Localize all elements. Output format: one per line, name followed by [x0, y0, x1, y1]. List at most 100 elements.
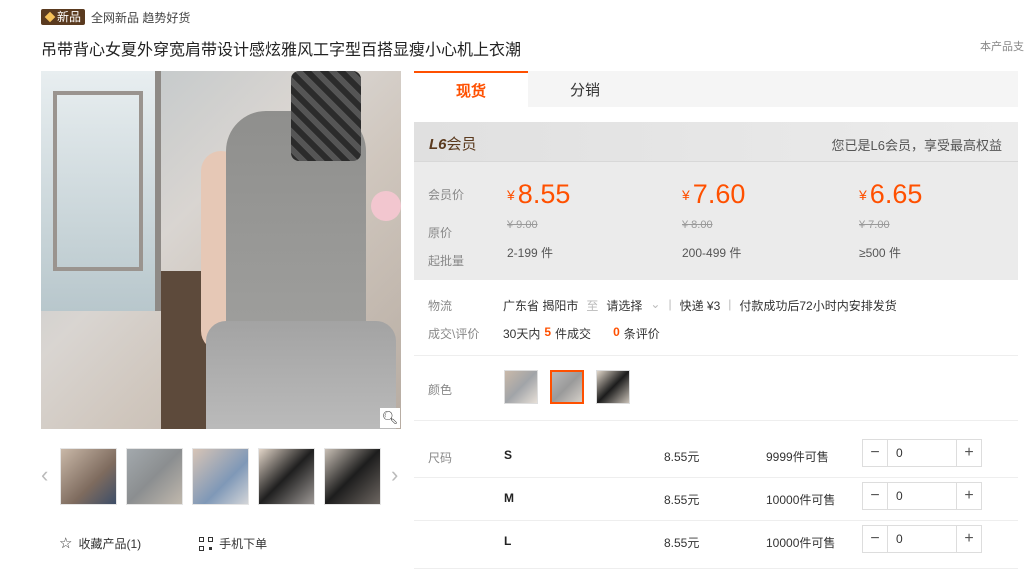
minus-button[interactable]: − [863, 440, 887, 466]
ship-note: 付款成功后72小时内安排发货 [739, 299, 897, 313]
color-option-3[interactable] [596, 370, 630, 404]
size-row-s: S 8.55元 9999件可售 − 0 + [414, 434, 1018, 477]
thumbnail-strip: ‹ › [41, 446, 401, 506]
original-price-label: 原价 [428, 226, 453, 240]
tier-price: ¥8.55 [507, 179, 570, 210]
product-tags: 新品 全网新品 趋势好货 [41, 8, 190, 26]
tier-original: ¥ 9.00 [507, 219, 538, 231]
plus-button[interactable]: + [957, 440, 981, 466]
member-price-label: 会员价 [428, 188, 465, 202]
tab-distribution[interactable]: 分销 [528, 71, 642, 107]
qr-code-icon [199, 536, 214, 551]
currency-symbol: ¥ [859, 187, 867, 203]
color-option-2-selected[interactable] [550, 370, 584, 404]
size-name: M [504, 491, 514, 505]
currency-symbol: ¥ [507, 187, 515, 203]
tab-spot[interactable]: 现货 [414, 71, 528, 107]
size-stock: 10000件可售 [766, 536, 836, 550]
to-text: 至 [586, 299, 599, 313]
review-suffix[interactable]: 条评价 [624, 325, 660, 342]
main-product-image[interactable] [41, 71, 401, 429]
star-icon: ☆ [59, 534, 73, 552]
chevron-down-icon[interactable]: ⌄ [650, 297, 660, 314]
product-title: 吊带背心女夏外穿宽肩带设计感炫雅风工字型百搭显瘦小心机上衣潮 [41, 42, 522, 59]
favorite-label: 收藏产品(1) [78, 537, 142, 551]
price-panel: L6会员 您已是L6会员，享受最高权益 会员价 原价 起批量 ¥8.55 ¥ 9… [414, 122, 1018, 280]
min-qty-label: 起批量 [428, 254, 465, 268]
plus-button[interactable]: + [957, 526, 981, 552]
diamond-icon [44, 11, 56, 23]
tier-price-value: 7.60 [692, 179, 746, 209]
trend-tags: 全网新品 趋势好货 [91, 10, 191, 25]
thumbnail-5[interactable] [324, 448, 381, 505]
color-label: 颜色 [428, 383, 453, 397]
magnifier-icon[interactable]: 🔍︎ [380, 408, 400, 428]
tier-qty: 200-499 件 [682, 246, 742, 260]
size-price: 8.55元 [664, 493, 700, 507]
review-count[interactable]: 0 [613, 325, 620, 342]
new-badge: 新品 [41, 9, 86, 25]
mobile-order-label: 手机下单 [219, 537, 268, 551]
price-tier-3: ¥6.65 ¥ 7.00 ≥500 件 [859, 122, 922, 261]
sales-row: 30天内 5 件成交 0 条评价 [503, 325, 660, 342]
quantity-input[interactable]: 0 [887, 440, 957, 466]
aside-note: 本产品支 [980, 41, 1024, 53]
plus-button[interactable]: + [957, 483, 981, 509]
divider [414, 568, 1018, 569]
logistics-row: 广东省 揭阳市 至 请选择 ⌄ | 快递 ¥3 | 付款成功后72小时内安排发货 [503, 297, 897, 314]
size-price: 8.55元 [664, 536, 700, 550]
size-row-l: L 8.55元 10000件可售 − 0 + [414, 520, 1018, 563]
price-tier-2: ¥7.60 ¥ 8.00 200-499 件 [682, 122, 745, 261]
size-price: 8.55元 [664, 450, 700, 464]
minus-button[interactable]: − [863, 526, 887, 552]
sales-label: 成交\评价 [428, 327, 480, 341]
new-badge-label: 新品 [57, 10, 82, 24]
member-level: L6会员 [429, 133, 477, 154]
divider-bar: | [668, 297, 672, 311]
origin: 广东省 揭阳市 [503, 299, 579, 313]
tier-price-value: 6.65 [869, 179, 923, 209]
price-tier-1: ¥8.55 ¥ 9.00 2-199 件 [507, 122, 570, 261]
quantity-input[interactable]: 0 [887, 526, 957, 552]
thumbnail-3[interactable] [192, 448, 249, 505]
destination-select[interactable]: 请选择 [606, 297, 642, 314]
thumbnail-4[interactable] [258, 448, 315, 505]
member-level-code: L6 [429, 136, 447, 153]
sales-prefix: 30天内 [503, 327, 541, 341]
size-name: S [504, 448, 513, 462]
minus-button[interactable]: − [863, 483, 887, 509]
logistics-label: 物流 [428, 299, 453, 313]
color-option-1[interactable] [504, 370, 538, 404]
thumbnail-2[interactable] [126, 448, 183, 505]
thumbnail-1[interactable] [60, 448, 117, 505]
image-flower [371, 191, 401, 221]
divider-bar: | [728, 297, 732, 311]
image-pants [206, 321, 396, 429]
divider [414, 355, 1018, 356]
sales-suffix: 件成交 [555, 327, 592, 341]
size-stock: 10000件可售 [766, 493, 836, 507]
chevron-right-icon[interactable]: › [391, 464, 398, 486]
favorite-button[interactable]: ☆ 收藏产品(1) [59, 535, 141, 552]
divider [414, 420, 1018, 421]
image-phone [291, 71, 361, 161]
tier-price: ¥6.65 [859, 179, 922, 210]
currency-symbol: ¥ [682, 187, 690, 203]
tier-price: ¥7.60 [682, 179, 745, 210]
tier-qty: 2-199 件 [507, 246, 554, 260]
quantity-stepper[interactable]: − 0 + [862, 525, 982, 553]
quantity-stepper[interactable]: − 0 + [862, 482, 982, 510]
mobile-order-button[interactable]: 手机下单 [199, 535, 267, 552]
size-stock: 9999件可售 [766, 450, 829, 464]
quantity-stepper[interactable]: − 0 + [862, 439, 982, 467]
size-row-m: M 8.55元 10000件可售 − 0 + [414, 477, 1018, 520]
image-bg-frame [53, 91, 143, 271]
express-fee: 快递 ¥3 [679, 299, 721, 313]
size-name: L [504, 534, 512, 548]
sales-count: 5 [544, 325, 552, 339]
quantity-input[interactable]: 0 [887, 483, 957, 509]
product-actions: ☆ 收藏产品(1) 手机下单 [59, 535, 267, 552]
member-level-suffix: 会员 [446, 136, 477, 153]
chevron-left-icon[interactable]: ‹ [41, 464, 48, 486]
